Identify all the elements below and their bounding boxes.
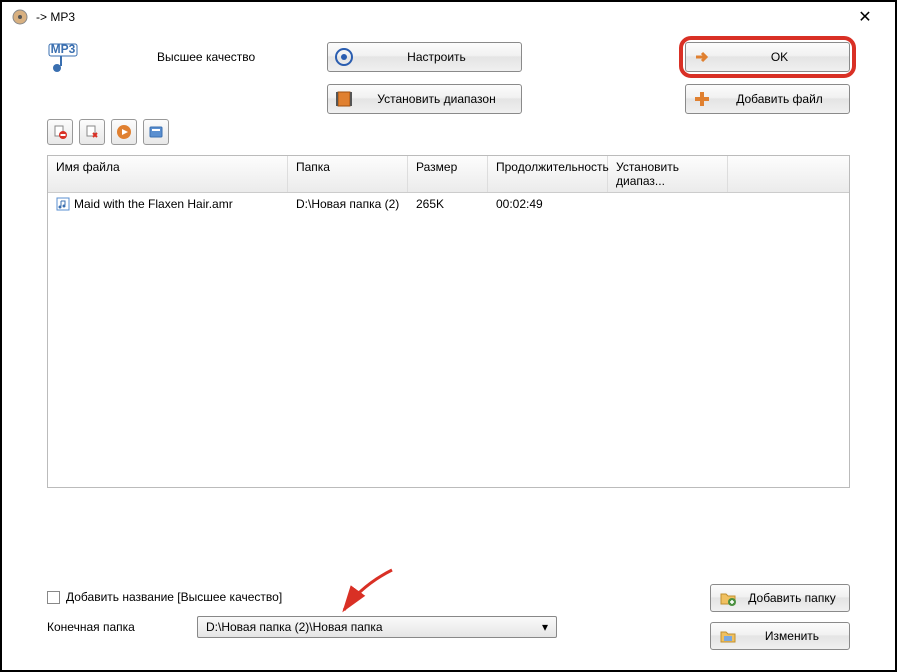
small-toolbar bbox=[2, 119, 895, 155]
cell-size: 265K bbox=[408, 195, 488, 213]
dest-folder-label: Конечная папка bbox=[47, 620, 197, 634]
close-button[interactable]: ✕ bbox=[845, 3, 885, 31]
mp3-icon: MP3 bbox=[47, 42, 79, 74]
bottom-section: Добавить название [Высшее качество] Коне… bbox=[47, 590, 850, 650]
dest-folder-select[interactable]: D:\Новая папка (2)\Новая папка ▾ bbox=[197, 616, 557, 638]
ok-highlight: OK bbox=[685, 42, 850, 72]
clear-list-button[interactable] bbox=[79, 119, 105, 145]
cell-filename: Maid with the Flaxen Hair.amr bbox=[74, 197, 233, 211]
cell-range bbox=[608, 195, 728, 213]
window-title: -> MP3 bbox=[36, 10, 845, 24]
th-folder[interactable]: Папка bbox=[288, 156, 408, 192]
app-icon bbox=[12, 9, 28, 25]
ok-button[interactable]: OK bbox=[685, 42, 850, 72]
info-button[interactable] bbox=[143, 119, 169, 145]
dest-folder-value: D:\Новая папка (2)\Новая папка bbox=[206, 620, 383, 634]
table-row[interactable]: Maid with the Flaxen Hair.amr D:\Новая п… bbox=[48, 193, 849, 215]
set-range-button[interactable]: Установить диапазон bbox=[327, 84, 522, 114]
add-folder-button[interactable]: Добавить папку bbox=[710, 584, 850, 612]
change-button[interactable]: Изменить bbox=[710, 622, 850, 650]
configure-label: Настроить bbox=[358, 50, 515, 64]
file-table: Имя файла Папка Размер Продолжительность… bbox=[47, 155, 850, 488]
add-folder-label: Добавить папку bbox=[743, 591, 841, 605]
add-title-label: Добавить название [Высшее качество] bbox=[66, 590, 282, 604]
plus-icon bbox=[692, 89, 712, 109]
gear-icon bbox=[334, 47, 354, 67]
top-toolbar: MP3 Высшее качество Настроить Установить… bbox=[2, 32, 895, 119]
cell-duration: 00:02:49 bbox=[488, 195, 608, 213]
svg-text:MP3: MP3 bbox=[51, 42, 76, 56]
arrow-right-icon bbox=[692, 47, 712, 67]
set-range-label: Установить диапазон bbox=[358, 92, 515, 106]
th-duration[interactable]: Продолжительность bbox=[488, 156, 608, 192]
titlebar: -> MP3 ✕ bbox=[2, 2, 895, 32]
remove-file-button[interactable] bbox=[47, 119, 73, 145]
quality-label: Высшее качество bbox=[157, 42, 307, 64]
film-icon bbox=[334, 89, 354, 109]
folder-plus-icon bbox=[719, 589, 737, 607]
format-icon-area: MP3 bbox=[47, 42, 137, 77]
configure-button[interactable]: Настроить bbox=[327, 42, 522, 72]
th-range[interactable]: Установить диапаз... bbox=[608, 156, 728, 192]
table-header: Имя файла Папка Размер Продолжительность… bbox=[48, 156, 849, 193]
add-file-button[interactable]: Добавить файл bbox=[685, 84, 850, 114]
add-file-label: Добавить файл bbox=[716, 92, 843, 106]
th-filename[interactable]: Имя файла bbox=[48, 156, 288, 192]
play-button[interactable] bbox=[111, 119, 137, 145]
chevron-down-icon: ▾ bbox=[542, 620, 548, 634]
folder-open-icon bbox=[719, 627, 737, 645]
cell-folder: D:\Новая папка (2) bbox=[288, 195, 408, 213]
change-label: Изменить bbox=[743, 629, 841, 643]
add-title-checkbox[interactable] bbox=[47, 591, 60, 604]
th-size[interactable]: Размер bbox=[408, 156, 488, 192]
ok-label: OK bbox=[716, 50, 843, 64]
audio-file-icon bbox=[56, 197, 70, 211]
